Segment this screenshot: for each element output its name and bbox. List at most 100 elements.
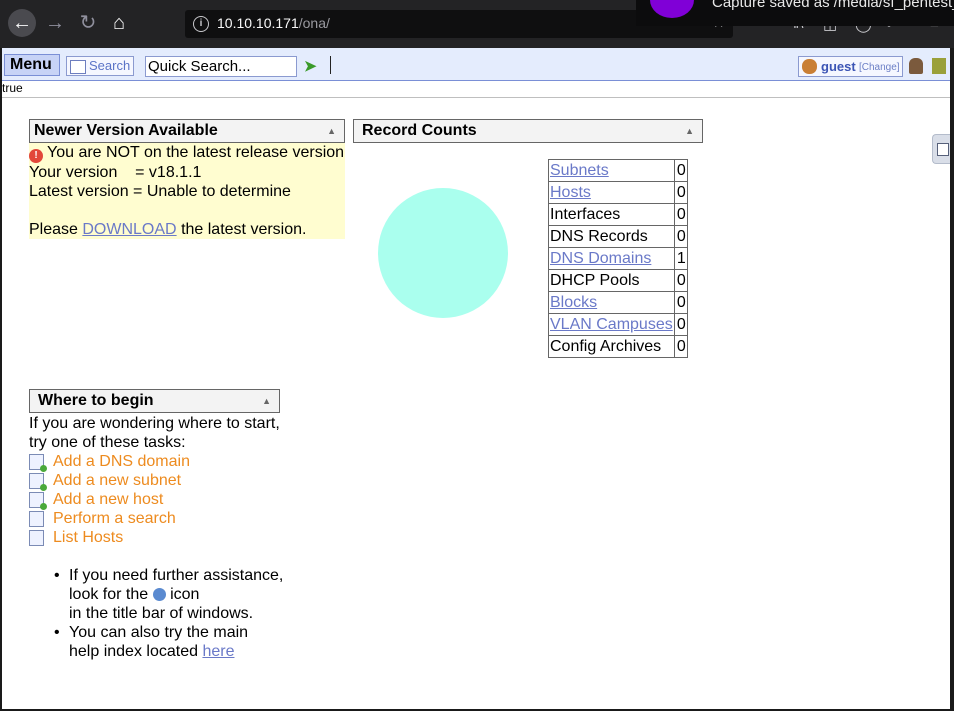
latest-suffix-text: the latest version. [181, 221, 307, 238]
please-text: Please [29, 221, 78, 238]
table-row: Config Archives 0 [548, 335, 688, 358]
record-type-cell: Blocks [548, 291, 675, 314]
task-label[interactable]: Perform a search [53, 509, 176, 528]
table-row: Interfaces 0 [548, 203, 688, 226]
record-count-cell: 0 [673, 269, 688, 292]
help2-line1: You can also try the main [69, 624, 249, 641]
logout-icon[interactable] [932, 58, 946, 74]
user-icon [802, 59, 817, 74]
capture-notification: Capture saved as /media/sf_pentest_ [636, 0, 954, 26]
help-question-icon [152, 588, 166, 601]
debug-output-text: true [2, 81, 23, 95]
user-name[interactable]: guest [821, 57, 856, 76]
begin-panel-title[interactable]: Where to begin ▲ [29, 389, 280, 413]
record-count-cell: 1 [673, 247, 688, 270]
help1-look: look for the [69, 586, 149, 603]
search-form-icon [29, 511, 44, 527]
app-menubar: Menu Search ➤ guest [Change] [2, 48, 950, 81]
menu-separator [330, 56, 331, 74]
table-row: Hosts 0 [548, 181, 688, 204]
table-row: DNS Domains 1 [548, 247, 688, 270]
change-user-link[interactable]: [Change] [859, 58, 900, 77]
record-type-cell: Config Archives [548, 335, 675, 358]
table-row: DHCP Pools 0 [548, 269, 688, 292]
url-path: /ona/ [298, 15, 330, 31]
help1-icon-word: icon [170, 586, 200, 603]
help2-prefix: help index located [69, 643, 198, 660]
table-row: VLAN Campuses 0 [548, 313, 688, 336]
news-warning-text: You are NOT on the latest release versio… [47, 144, 345, 161]
record-count-cell: 0 [673, 313, 688, 336]
info-icon[interactable]: i [193, 16, 209, 32]
url-host: 10.10.10.171 [217, 15, 299, 31]
add-document-icon [29, 473, 47, 491]
your-version-value: = v18.1.1 [135, 164, 202, 181]
record-count-cell: 0 [673, 159, 688, 182]
begin-intro-line1: If you are wondering where to start, [29, 415, 280, 432]
record-type-link[interactable]: Hosts [550, 184, 591, 201]
add-document-icon [29, 492, 47, 510]
record-count-cell: 0 [673, 203, 688, 226]
list-item: If you need further assistance, look for… [54, 566, 283, 623]
collapse-triangle-icon[interactable]: ▲ [685, 120, 694, 142]
latest-version-text: Latest version = Unable to determine [29, 183, 291, 200]
divider [2, 97, 950, 98]
add-document-icon [29, 454, 47, 472]
collapse-triangle-icon[interactable]: ▲ [262, 390, 271, 412]
go-arrow-icon[interactable]: ➤ [304, 57, 317, 75]
url-text: 10.10.10.171/ona/ [217, 15, 330, 31]
notification-text: Capture saved as /media/sf_pentest_ [712, 0, 954, 11]
record-type-cell: Hosts [548, 181, 675, 204]
record-count-cell: 0 [673, 181, 688, 204]
task-label[interactable]: List Hosts [53, 528, 123, 547]
reload-icon[interactable]: ↻ [74, 9, 102, 37]
table-row: Blocks 0 [548, 291, 688, 314]
record-counts-table: Subnets 0 Hosts 0 Interfaces 0 DNS Records 0 DNS… [548, 159, 688, 358]
record-type-cell: Subnets [548, 159, 675, 182]
begin-title-text: Where to begin [38, 392, 154, 409]
begin-intro-line2: try one of these tasks: [29, 434, 186, 451]
list-item: You can also try the main help index loc… [54, 623, 283, 661]
page-content: Menu Search ➤ guest [Change] true Newer … [2, 48, 950, 709]
record-type-cell: DNS Domains [548, 247, 675, 270]
task-label[interactable]: Add a DNS domain [53, 452, 190, 471]
calculator-icon [937, 143, 949, 156]
download-link[interactable]: DOWNLOAD [82, 221, 176, 238]
record-pie-chart [378, 188, 508, 318]
search-button[interactable]: Search [66, 56, 134, 76]
admin-user-icon[interactable] [909, 58, 923, 74]
menu-button[interactable]: Menu [4, 54, 60, 76]
collapse-triangle-icon[interactable]: ▲ [327, 120, 336, 142]
forward-arrow-icon[interactable]: → [41, 9, 69, 37]
record-type-link[interactable]: Subnets [550, 162, 609, 179]
table-row: DNS Records 0 [548, 225, 688, 248]
record-count-cell: 0 [673, 291, 688, 314]
your-version-label: Your version [29, 164, 118, 181]
record-count-cell: 0 [673, 225, 688, 248]
task-label[interactable]: Add a new host [53, 490, 163, 509]
task-label[interactable]: Add a new subnet [53, 471, 181, 490]
help-index-link[interactable]: here [202, 643, 234, 660]
quick-search-input[interactable] [145, 56, 297, 77]
sidebar-toggle[interactable] [932, 134, 950, 164]
search-form-icon [70, 60, 86, 74]
record-type-link[interactable]: Blocks [550, 294, 597, 311]
record-type-cell: DNS Records [548, 225, 675, 248]
record-type-cell: Interfaces [548, 203, 675, 226]
record-count-cell: 0 [673, 335, 688, 358]
record-type-cell: DHCP Pools [548, 269, 675, 292]
notification-badge-icon [650, 0, 694, 18]
news-panel-body: ! You are NOT on the latest release versi… [29, 143, 345, 239]
back-arrow-icon[interactable]: ← [8, 9, 36, 37]
user-box[interactable]: guest [Change] [798, 56, 903, 77]
record-counts-panel-title[interactable]: Record Counts ▲ [353, 119, 703, 143]
table-row: Subnets 0 [548, 159, 688, 182]
help1-line3: in the title bar of windows. [69, 605, 254, 622]
news-panel-title[interactable]: Newer Version Available ▲ [29, 119, 345, 143]
record-type-link[interactable]: DNS Domains [550, 250, 651, 267]
record-counts-title-text: Record Counts [362, 122, 477, 139]
home-icon[interactable]: ⌂ [105, 9, 133, 37]
help-list: If you need further assistance, look for… [54, 566, 283, 661]
browser-toolbar: ← → ↻ ⌂ i 10.10.10.171/ona/ ··· ☆ ‖\ ◫ ◯… [0, 0, 954, 48]
record-type-link[interactable]: VLAN Campuses [550, 316, 673, 333]
